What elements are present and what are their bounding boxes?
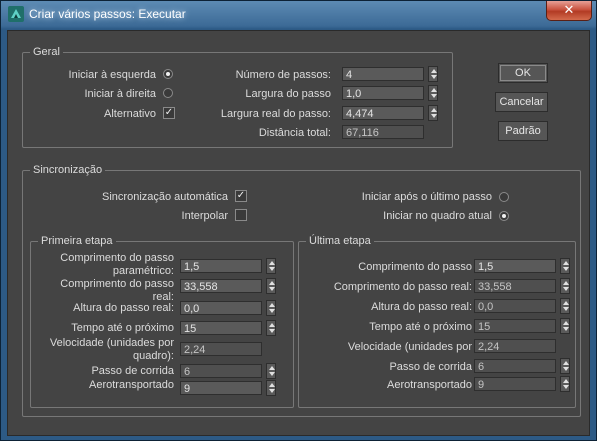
close-icon: ✕ xyxy=(563,2,575,17)
first-real-height-spinner[interactable] xyxy=(266,300,276,316)
first-param-length-label: Comprimento do passo paramétrico: xyxy=(60,252,174,277)
last-airborne-spinner[interactable] xyxy=(560,376,570,392)
last-time-next-input[interactable]: 15 xyxy=(474,319,556,333)
last-length-spinner[interactable] xyxy=(560,258,570,274)
first-airborne-label: Aerotransportado xyxy=(89,379,174,391)
start-left-label: Iniciar à esquerda xyxy=(68,69,156,81)
first-airborne-spinner[interactable] xyxy=(266,380,276,396)
last-real-length-input[interactable]: 33,558 xyxy=(474,279,556,293)
start-current-frame-radio[interactable] xyxy=(499,211,509,221)
interpolate-label: Interpolar xyxy=(181,210,228,222)
close-button[interactable]: ✕ xyxy=(546,1,592,21)
real-width-input[interactable]: 4,474 xyxy=(342,106,424,120)
last-real-height-spinner[interactable] xyxy=(560,298,570,314)
alternate-label: Alternativo xyxy=(104,108,156,120)
first-real-length-label: Comprimento do passo real: xyxy=(60,278,174,303)
window-title: Criar vários passos: Executar xyxy=(29,7,186,21)
step-width-label: Largura do passo xyxy=(245,88,331,100)
last-real-height-label: Altura do passo real: xyxy=(371,301,472,313)
last-airborne-label: Aerotransportado xyxy=(387,379,472,391)
app-icon xyxy=(8,6,24,22)
dialog-window: Criar vários passos: Executar ✕ Geral In… xyxy=(0,0,597,441)
last-run-step-label: Passo de corrida xyxy=(389,361,472,373)
first-run-step-input[interactable]: 6 xyxy=(180,364,262,378)
cancel-button[interactable]: Cancelar xyxy=(495,92,548,112)
first-real-length-input[interactable]: 33,558 xyxy=(180,279,262,293)
first-time-next-input[interactable]: 15 xyxy=(180,321,262,335)
first-real-height-input[interactable]: 0,0 xyxy=(180,301,262,315)
first-param-length-input[interactable]: 1,5 xyxy=(180,259,262,273)
ok-button[interactable]: OK xyxy=(498,63,548,83)
first-stage-title: Primeira etapa xyxy=(38,235,116,248)
first-real-height-label: Altura do passo real: xyxy=(73,302,174,314)
total-distance-value: 67,116 xyxy=(342,125,424,139)
first-time-next-spinner[interactable] xyxy=(266,320,276,336)
last-run-step-spinner[interactable] xyxy=(560,358,570,374)
last-time-next-label: Tempo até o próximo xyxy=(369,321,472,333)
step-width-input[interactable]: 1,0 xyxy=(342,86,424,100)
start-left-radio[interactable] xyxy=(163,69,173,79)
alternate-checkbox[interactable]: ✓ xyxy=(163,107,175,119)
title-bar[interactable]: Criar vários passos: Executar ✕ xyxy=(1,1,596,27)
step-width-spinner[interactable] xyxy=(428,85,438,101)
last-speed-label: Velocidade (unidades por xyxy=(347,341,472,353)
last-length-label: Comprimento do passo xyxy=(358,261,472,273)
first-run-step-label: Passo de corrida xyxy=(91,365,174,377)
first-run-step-spinner[interactable] xyxy=(266,363,276,379)
start-right-label: Iniciar à direita xyxy=(84,88,156,100)
default-button[interactable]: Padrão xyxy=(498,121,548,141)
first-real-length-spinner[interactable] xyxy=(266,278,276,294)
real-width-label: Largura real do passo: xyxy=(220,108,331,120)
last-run-step-input[interactable]: 6 xyxy=(474,359,556,373)
start-right-radio[interactable] xyxy=(163,88,173,98)
start-current-frame-label: Iniciar no quadro atual xyxy=(383,210,492,222)
num-steps-spinner[interactable] xyxy=(428,66,438,82)
last-real-length-label: Comprimento do passo real: xyxy=(333,281,472,293)
dialog-body: Geral Iniciar à esquerda Iniciar à direi… xyxy=(7,30,590,436)
num-steps-input[interactable]: 4 xyxy=(342,67,424,81)
auto-sync-checkbox[interactable]: ✓ xyxy=(235,190,247,202)
first-param-length-spinner[interactable] xyxy=(266,258,276,274)
last-time-next-spinner[interactable] xyxy=(560,318,570,334)
start-after-last-label: Iniciar após o último passo xyxy=(361,191,492,203)
sync-title: Sincronização xyxy=(30,164,106,177)
start-after-last-radio[interactable] xyxy=(499,192,509,202)
last-real-length-spinner[interactable] xyxy=(560,278,570,294)
auto-sync-label: Sincronização automática xyxy=(102,191,228,203)
last-real-height-input[interactable]: 0,0 xyxy=(474,299,556,313)
last-airborne-input[interactable]: 9 xyxy=(474,377,556,391)
first-speed-value: 2,24 xyxy=(180,342,262,356)
num-steps-label: Número de passos: xyxy=(235,69,331,81)
first-speed-label: Velocidade (unidades por quadro): xyxy=(49,337,174,362)
real-width-spinner[interactable] xyxy=(428,105,438,121)
first-time-next-label: Tempo até o próximo xyxy=(71,322,174,334)
interpolate-checkbox[interactable] xyxy=(235,209,247,221)
geral-title: Geral xyxy=(30,46,63,59)
last-length-input[interactable]: 1,5 xyxy=(474,259,556,273)
total-distance-label: Distância total: xyxy=(258,127,331,139)
last-speed-value: 2,24 xyxy=(474,339,556,353)
first-airborne-input[interactable]: 9 xyxy=(180,381,262,395)
last-stage-title: Última etapa xyxy=(306,235,374,248)
